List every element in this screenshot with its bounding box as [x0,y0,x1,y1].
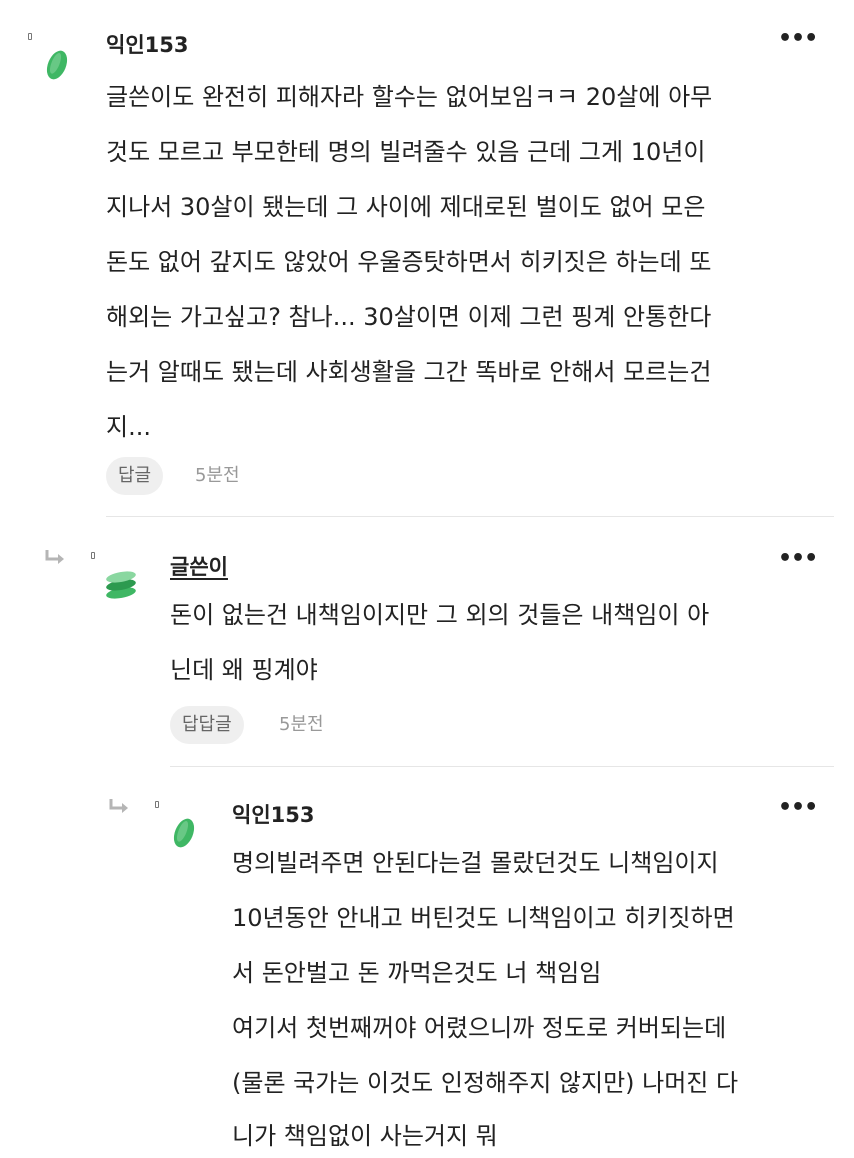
comment-text-line: 명의빌려주면 안된다는걸 몰랐던것도 니책임이지 [232,849,719,877]
comment-text-line: 것도 모르고 부모한테 명의 빌려줄수 있음 근데 그게 10년이 [106,138,706,166]
more-options-button[interactable]: ••• [778,795,818,820]
comment-text-line: 니가 책임없이 사는거지 뭐 [232,1122,498,1150]
comment-text-line: 글쓴이도 완전히 피해자라 할수는 없어보임ㅋㅋ 20살에 아무 [106,83,713,111]
comment-author[interactable]: 익인153 [106,29,188,59]
comment-divider [106,516,834,517]
comment-text-line: 닌데 왜 핑계야 [170,656,318,684]
avatar-leaf-icon [46,50,68,80]
reply-button[interactable]: 답글 [106,457,164,495]
reply-button[interactable]: 답답글 [170,706,244,744]
comment-text-line: 여기서 첫번째꺼야 어렸으니까 정도로 커버되는데 [232,1014,727,1042]
more-options-button[interactable]: ••• [778,546,818,571]
more-options-button[interactable]: ••• [778,26,818,51]
comment-text-line: 지... [106,413,151,441]
reply-arrow-icon [45,550,64,564]
comment-timestamp: 5분전 [279,714,324,735]
rank-mark [155,801,159,808]
comment-divider [170,766,834,767]
comment-text-line: 10년동안 안내고 버틴것도 니책임이고 히키짓하면 [232,904,735,932]
comment-text-line: 지나서 30살이 됐는데 그 사이에 제대로된 벌이도 없어 모은 [106,193,706,221]
avatar-stack-icon [106,571,136,599]
comment-text-line: 해외는 가고싶고? 참나... 30살이면 이제 그런 핑계 안통한다 [106,303,712,331]
comment-text-line: (물론 국가는 이것도 인정해주지 않지만) 나머진 다 [232,1069,739,1097]
comment-text-line: 는거 알때도 됐는데 사회생활을 그간 똑바로 안해서 모르는건 [106,358,712,386]
avatar-leaf-icon [173,818,195,848]
comment-text-line: 돈이 없는건 내책임이지만 그 외의 것들은 내책임이 아 [170,601,710,629]
comment-text-line: 서 돈안벌고 돈 까먹은것도 너 책임임 [232,959,602,987]
comment-author-op[interactable]: 글쓴이 [170,551,228,581]
comment-author[interactable]: 익인153 [232,799,314,829]
comment-text-line: 돈도 없어 갚지도 않았어 우울증탓하면서 히키짓은 하는데 또 [106,248,712,276]
rank-mark [91,552,95,559]
rank-mark [28,33,32,40]
comment-timestamp: 5분전 [195,465,240,486]
reply-arrow-icon [109,799,128,813]
